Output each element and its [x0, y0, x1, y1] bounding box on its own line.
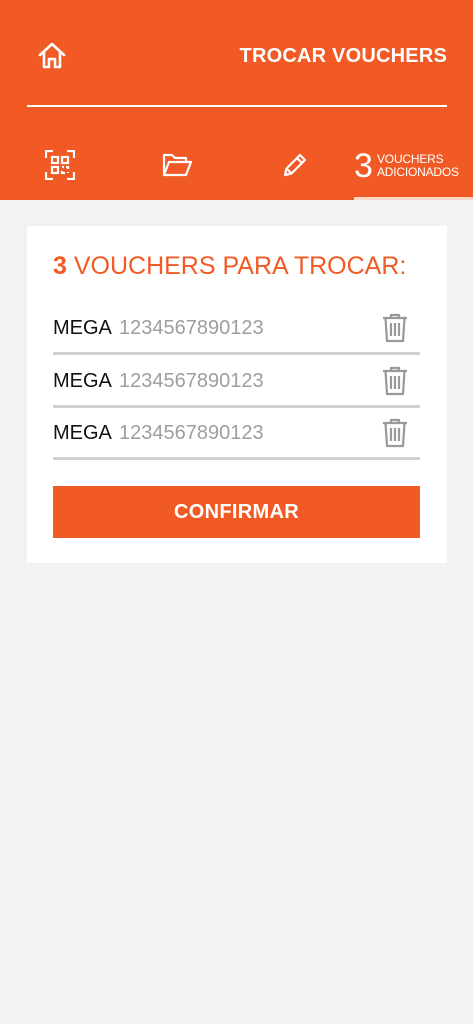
heading-text: VOUCHERS PARA TROCAR:: [66, 252, 407, 280]
tab-edit[interactable]: [280, 130, 310, 200]
voucher-row: MEGA 1234567890123: [53, 407, 420, 460]
trash-icon[interactable]: [382, 418, 408, 448]
added-label-line2: ADICIONADOS: [377, 165, 459, 179]
folder-icon: [162, 153, 193, 177]
voucher-brand: MEGA: [53, 422, 112, 444]
trash-icon[interactable]: [382, 366, 408, 396]
voucher-row: MEGA 1234567890123: [53, 302, 420, 355]
voucher-code: 1234567890123: [119, 370, 264, 392]
tab-folder[interactable]: [161, 130, 193, 200]
added-label-line1: VOUCHERS: [377, 152, 444, 166]
header-divider: [27, 105, 447, 107]
trash-icon[interactable]: [382, 313, 408, 343]
voucher-row: MEGA 1234567890123: [53, 355, 420, 408]
voucher-code: 1234567890123: [119, 317, 264, 339]
pencil-icon: [283, 153, 307, 177]
tab-bar: 3 VOUCHERS ADICIONADOS: [0, 130, 473, 200]
vouchers-card: 3 VOUCHERS PARA TROCAR: MEGA 12345678901…: [27, 226, 447, 563]
tab-added-vouchers[interactable]: 3 VOUCHERS ADICIONADOS: [354, 130, 473, 200]
tab-scan-qr[interactable]: [45, 130, 75, 200]
qr-code-icon: [45, 150, 75, 180]
voucher-brand: MEGA: [53, 317, 112, 339]
added-count: 3: [354, 147, 373, 185]
added-label: VOUCHERS ADICIONADOS: [377, 153, 459, 179]
heading-count: 3: [53, 252, 67, 280]
voucher-code: 1234567890123: [119, 422, 264, 444]
confirm-button[interactable]: CONFIRMAR: [53, 486, 420, 538]
home-icon[interactable]: [36, 40, 68, 72]
card-heading: 3 VOUCHERS PARA TROCAR:: [53, 250, 406, 282]
top-bar: TROCAR VOUCHERS 3 VOUCHERS ADICIONADOS: [0, 0, 473, 200]
voucher-brand: MEGA: [53, 370, 112, 392]
page-title: TROCAR VOUCHERS: [239, 45, 447, 67]
